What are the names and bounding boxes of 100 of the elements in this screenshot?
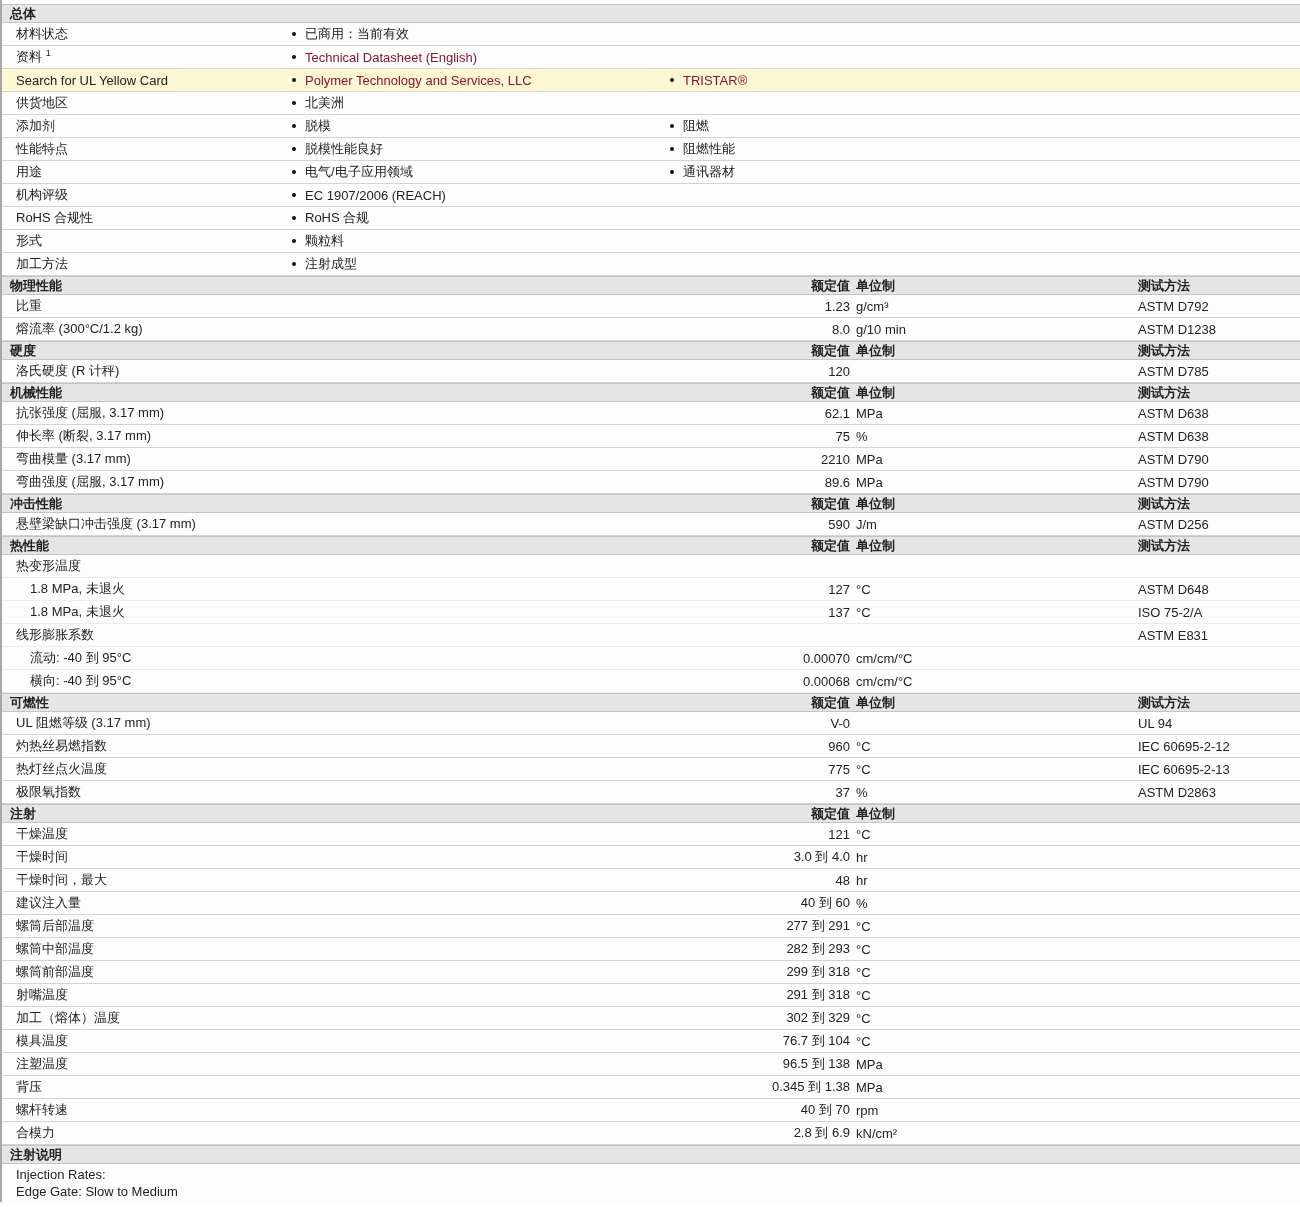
row-label: 形式 [15, 232, 43, 250]
row-label: 添加剂 [15, 117, 56, 135]
unit-text: °C [856, 964, 871, 980]
test-method: ASTM D2863 [1138, 784, 1217, 800]
section-title: 注射 [9, 805, 36, 823]
section-title: 可燃性 [9, 694, 49, 712]
test-method: ASTM D790 [1138, 451, 1209, 467]
link[interactable]: Technical Datasheet (English) [305, 49, 477, 65]
property-name: 流动: -40 到 95°C [30, 649, 132, 667]
property-value: 3.0 到 4.0 [793, 848, 850, 866]
property-name: 灼热丝易燃指数 [16, 737, 107, 755]
test-method: IEC 60695-2-13 [1138, 761, 1230, 777]
property-value: 75 [835, 428, 850, 444]
section-title: 冲击性能 [9, 495, 62, 513]
property-value: 2210 [821, 451, 850, 467]
test-method: ASTM D785 [1138, 363, 1209, 379]
property-value: 137 [828, 604, 850, 620]
row-label: 加工方法 [15, 255, 69, 273]
column-header: 额定值 [811, 495, 851, 513]
property-name: UL 阻燃等级 (3.17 mm) [16, 714, 151, 732]
column-header: 测试方法 [1138, 277, 1190, 295]
link[interactable]: TRISTAR® [683, 72, 748, 88]
column-header: 测试方法 [1138, 342, 1190, 360]
unit-text: J/m [856, 516, 877, 532]
bullet-icon [670, 147, 674, 151]
property-name: 螺筒中部温度 [16, 940, 94, 958]
property-name: 抗张强度 (屈服, 3.17 mm) [16, 404, 165, 422]
bullet-icon [292, 147, 296, 151]
unit-text: MPa [856, 451, 883, 467]
note-text: Edge Gate: Slow to Medium [16, 1183, 179, 1200]
section-title: 硬度 [9, 342, 36, 360]
bullet-icon [670, 124, 674, 128]
bullet-icon [292, 124, 296, 128]
property-value: 96.5 到 138 [782, 1055, 850, 1073]
column-header: 单位制 [856, 384, 895, 402]
property-value: 89.6 [824, 474, 850, 490]
column-header: 测试方法 [1138, 384, 1190, 402]
unit-text: °C [856, 941, 871, 957]
item-text: 北美洲 [305, 94, 344, 112]
row-label: 资料 $^{1}$ [15, 47, 52, 67]
property-name: 合模力 [16, 1124, 55, 1142]
property-name: 建议注入量 [16, 894, 81, 912]
property-value: 62.1 [824, 405, 850, 421]
item-text: 脱模 [305, 117, 331, 135]
item-text: RoHS 合规 [305, 209, 370, 227]
column-header: 额定值 [811, 694, 851, 712]
property-value: 2.8 到 6.9 [793, 1124, 850, 1142]
item-text: 已商用：当前有效 [305, 25, 409, 43]
test-method: ASTM D648 [1138, 581, 1209, 597]
property-name: 1.8 MPa, 未退火 [30, 580, 125, 598]
unit-text: °C [856, 604, 871, 620]
bullet-icon [292, 101, 296, 105]
bullet-icon [670, 170, 674, 174]
unit-text: g/cm³ [856, 298, 889, 314]
test-method: ASTM D638 [1138, 405, 1209, 421]
row-label: 材料状态 [15, 25, 69, 43]
column-header: 额定值 [811, 537, 851, 555]
unit-text: °C [856, 581, 871, 597]
column-header: 额定值 [811, 277, 851, 295]
property-value: 1.23 [824, 298, 850, 314]
property-name: 热灯丝点火温度 [16, 760, 107, 778]
column-header: 单位制 [856, 277, 895, 295]
property-name: 线形膨胀系数 [16, 626, 94, 644]
property-name: 螺筒后部温度 [16, 917, 94, 935]
property-name: 背压 [16, 1078, 42, 1096]
item-text: 通讯器材 [683, 163, 735, 181]
property-value: 8.0 [831, 321, 850, 337]
test-method: UL 94 [1138, 715, 1173, 731]
property-value: 291 到 318 [786, 986, 850, 1004]
test-method: ASTM D638 [1138, 428, 1209, 444]
unit-text: MPa [856, 405, 883, 421]
bullet-icon [292, 78, 296, 82]
property-value: 0.345 到 1.38 [771, 1078, 850, 1096]
property-name: 热变形温度 [16, 557, 81, 575]
item-text: 阻燃性能 [683, 140, 735, 158]
item-text: EC 1907/2006 (REACH) [305, 187, 446, 203]
section-title: 总体 [8, 5, 36, 23]
property-value: 0.00070 [803, 650, 850, 666]
property-value: 282 到 293 [786, 940, 850, 958]
column-header: 单位制 [856, 537, 895, 555]
property-value: 76.7 到 104 [782, 1032, 850, 1050]
bullet-icon [292, 55, 296, 59]
property-name: 伸长率 (断裂, 3.17 mm) [16, 427, 152, 445]
property-name: 极限氧指数 [16, 783, 81, 801]
property-name: 洛氏硬度 (R 计秤) [16, 362, 120, 380]
property-value: 120 [828, 363, 850, 379]
property-name: 螺杆转速 [16, 1101, 68, 1119]
property-name: 悬壁梁缺口冲击强度 (3.17 mm) [16, 515, 196, 533]
property-name: 射嘴温度 [16, 986, 68, 1004]
unit-text: °C [856, 1033, 871, 1049]
item-text: 颗粒料 [305, 232, 344, 250]
bullet-icon [292, 170, 296, 174]
item-text: 阻燃 [683, 117, 709, 135]
unit-text: rpm [856, 1102, 879, 1118]
column-header: 额定值 [811, 342, 851, 360]
link[interactable]: Polymer Technology and Services, LLC [305, 72, 532, 88]
property-value: 775 [828, 761, 850, 777]
property-value: 302 到 329 [786, 1009, 850, 1027]
test-method: ASTM D1238 [1138, 321, 1217, 337]
unit-text: % [856, 895, 868, 911]
